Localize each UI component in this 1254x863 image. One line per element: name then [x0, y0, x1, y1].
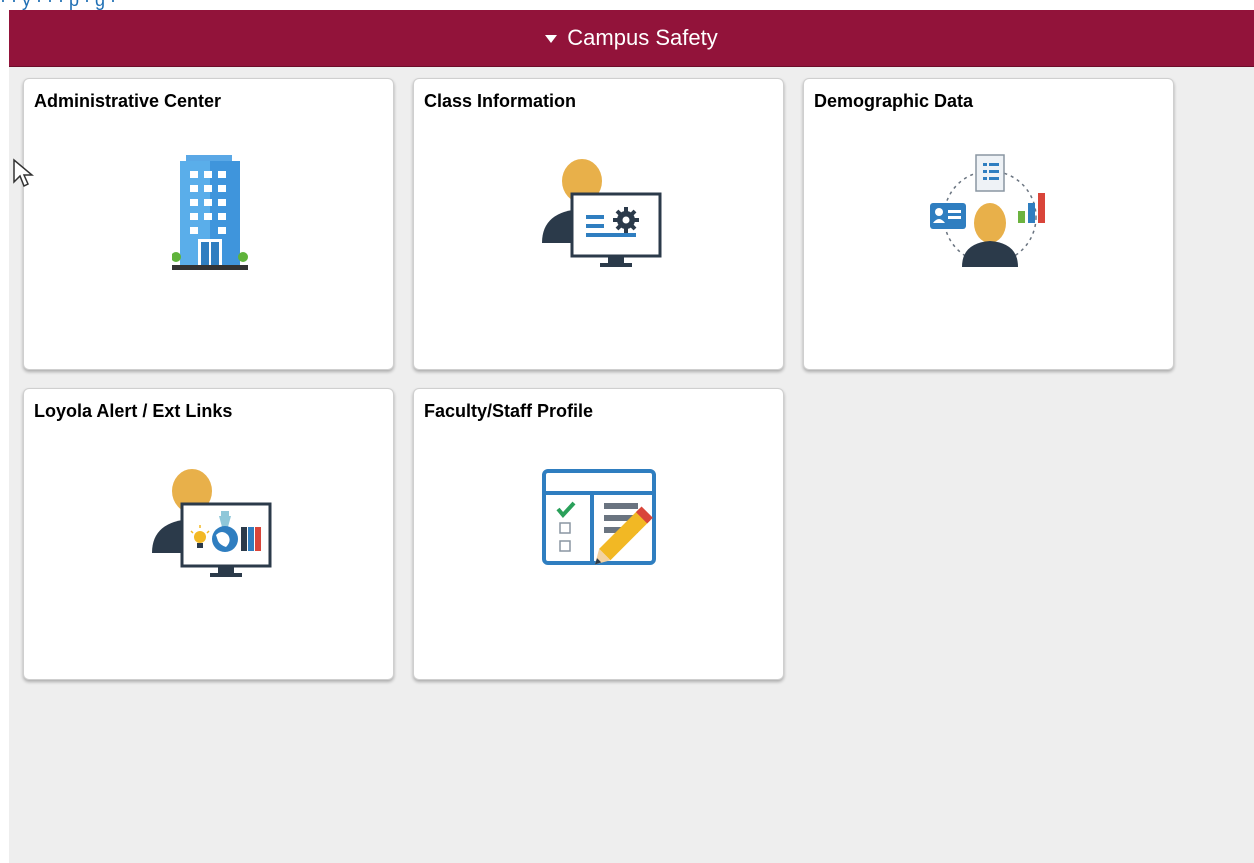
person-monitor-gear-icon [542, 159, 662, 267]
tile-title: Class Information [424, 91, 577, 111]
section-header-label: Campus Safety [567, 25, 718, 50]
office-building-icon [172, 155, 248, 270]
mouse-pointer-icon [13, 158, 34, 188]
tile-title: Demographic Data [814, 91, 974, 111]
breadcrumb-link[interactable]: · · y · · · p · g · [0, 0, 116, 10]
caret-down-icon [545, 35, 558, 43]
tile-title: Faculty/Staff Profile [424, 401, 594, 421]
demographic-data-icon [930, 154, 1045, 267]
tile-faculty-staff-profile[interactable]: Faculty/Staff Profile [413, 388, 784, 680]
tile-class-information[interactable]: Class Information [413, 78, 784, 370]
tile-title: Loyola Alert / Ext Links [34, 401, 233, 421]
checklist-pencil-icon [542, 469, 656, 565]
tile-loyola-alert-ext-links[interactable]: Loyola Alert / Ext Links [23, 388, 394, 680]
tile-demographic-data[interactable]: Demographic Data [803, 78, 1174, 370]
page-content: Campus Safety Administrative Center Clas [9, 10, 1254, 863]
tile-title: Administrative Center [34, 91, 222, 111]
section-header-campus-safety[interactable]: Campus Safety [9, 10, 1254, 67]
tile-administrative-center[interactable]: Administrative Center [23, 78, 394, 370]
person-monitor-globe-icon [152, 469, 272, 577]
